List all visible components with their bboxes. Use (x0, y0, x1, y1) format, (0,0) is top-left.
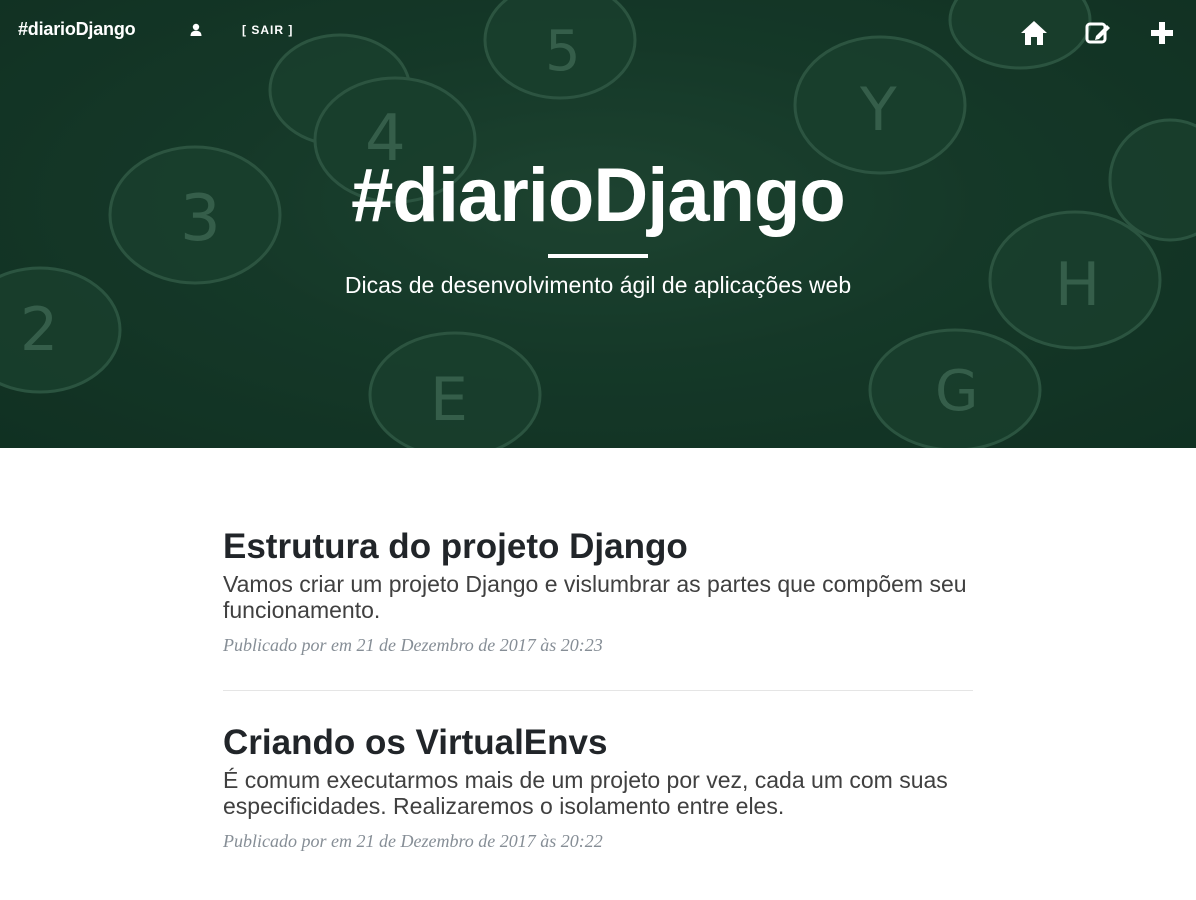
masthead: 2 3 4 E 5 Y H G #diarioDjango [ SAIR ] #… (0, 0, 1196, 448)
post-meta: Publicado por em 21 de Dezembro de 2017 … (223, 831, 603, 851)
logout-link[interactable]: [ SAIR ] (242, 23, 293, 37)
plus-icon[interactable] (1147, 18, 1177, 48)
user-icon[interactable] (188, 22, 204, 38)
post-list: Estrutura do projeto Django Vamos criar … (223, 525, 973, 886)
top-navbar: #diarioDjango [ SAIR ] (0, 0, 1196, 64)
post-preview: Criando os VirtualEnvs É comum executarm… (223, 690, 973, 886)
post-meta: Publicado por em 21 de Dezembro de 2017 … (223, 635, 603, 655)
site-heading: #diarioDjango Dicas de desenvolvimento á… (0, 150, 1196, 299)
post-subtitle[interactable]: Vamos criar um projeto Django e vislumbr… (223, 571, 973, 623)
home-icon[interactable] (1019, 18, 1049, 48)
hero-divider (548, 254, 648, 258)
hero-subtitle: Dicas de desenvolvimento ágil de aplicaç… (344, 272, 852, 298)
post-title-link[interactable]: Criando os VirtualEnvs (223, 721, 973, 765)
post-title-link[interactable]: Estrutura do projeto Django (223, 525, 973, 569)
hero-title: #diarioDjango (351, 153, 846, 238)
brand-link[interactable]: #diarioDjango (18, 19, 136, 40)
edit-icon[interactable] (1083, 18, 1113, 48)
post-preview: Estrutura do projeto Django Vamos criar … (223, 525, 973, 690)
post-subtitle[interactable]: É comum executarmos mais de um projeto p… (223, 767, 973, 819)
